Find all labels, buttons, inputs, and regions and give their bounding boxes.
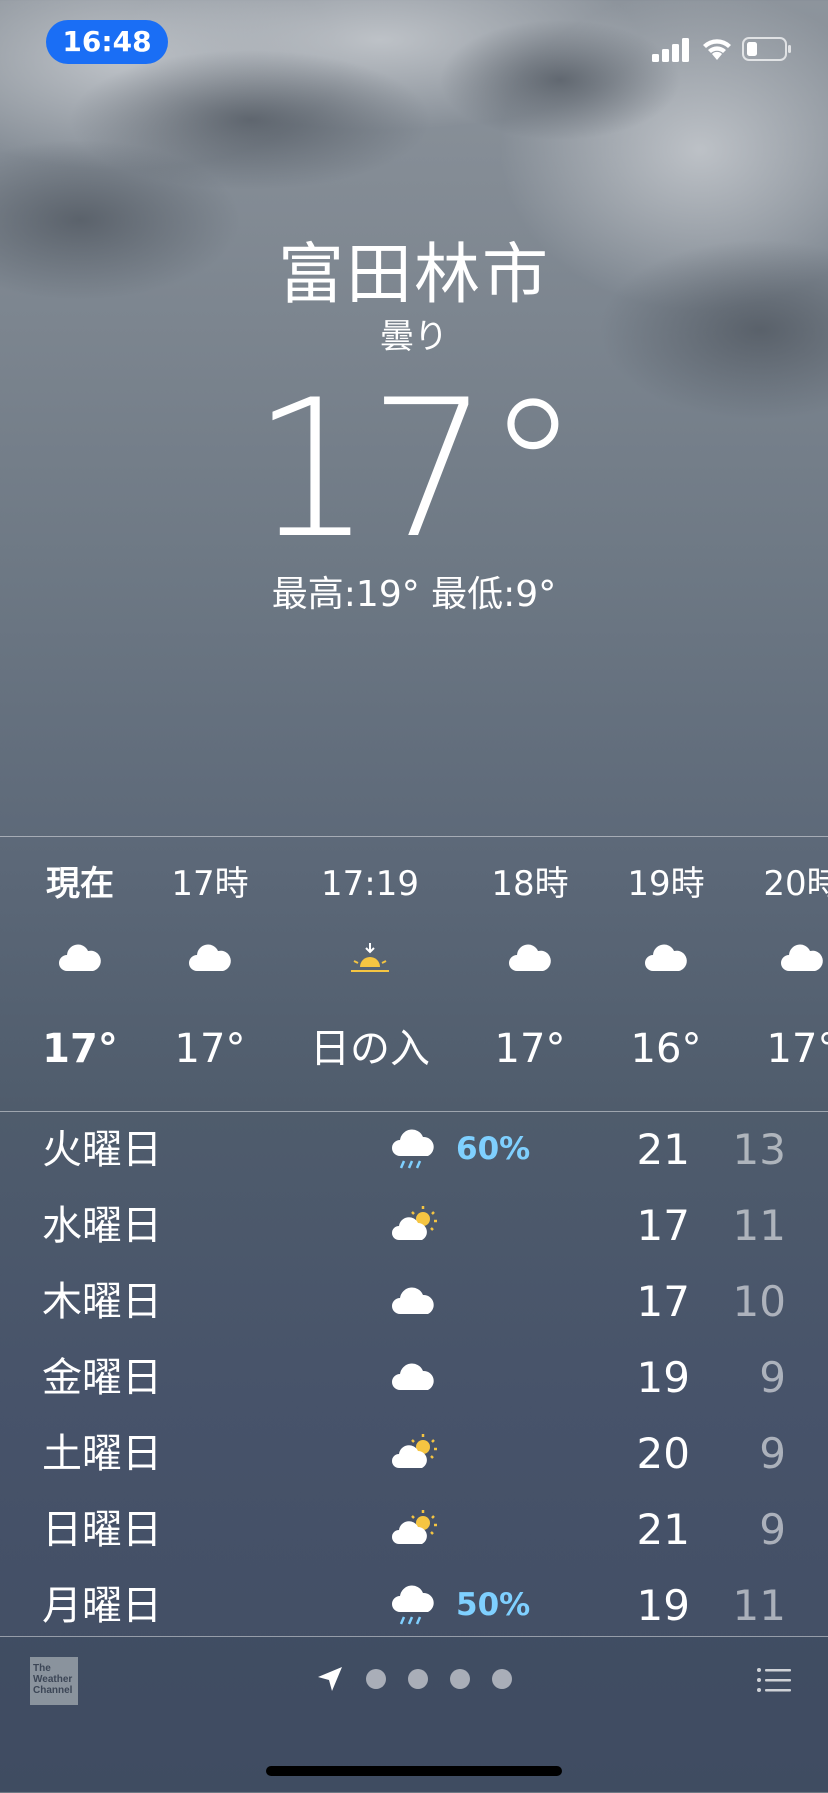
hour-item: 17時 17° — [140, 837, 280, 1111]
hour-item: 20時 17° — [732, 837, 828, 1111]
day-name: 日曜日 — [42, 1507, 162, 1553]
hour-item: 現在 17° — [10, 837, 150, 1111]
list-icon[interactable] — [756, 1667, 792, 1693]
hour-temp: 17° — [174, 1026, 246, 1072]
day-row: 日曜日 21 9 — [0, 1492, 828, 1568]
rain-cloud-icon — [392, 1129, 434, 1169]
cloud-icon — [59, 944, 101, 971]
day-low: 13 — [732, 1125, 786, 1174]
city-name: 富田林市 — [278, 236, 550, 313]
precip-chance: 60% — [456, 1131, 531, 1167]
status-bar: 16:48 — [0, 0, 828, 90]
partly-sunny-icon — [392, 1206, 437, 1240]
hour-temp: 17° — [494, 1026, 566, 1072]
day-name: 水曜日 — [42, 1203, 162, 1249]
day-row: 火曜日 60% 21 13 — [0, 1112, 828, 1188]
battery-icon — [742, 37, 791, 61]
day-high: 17 — [636, 1201, 690, 1250]
day-high: 21 — [636, 1505, 690, 1554]
cloud-icon — [509, 944, 551, 971]
current-weather: 富田林市 曇り 17° 最高:19° 最低:9° — [0, 230, 828, 620]
day-name: 木曜日 — [42, 1279, 162, 1325]
sunset-icon — [351, 943, 389, 972]
daily-forecast[interactable]: 火曜日 60% 21 13 水曜日 17 11 木曜日 17 10 金曜日 19… — [0, 1112, 828, 1634]
cellular-signal-icon — [652, 38, 689, 62]
day-name: 土曜日 — [42, 1431, 162, 1477]
cloud-icon — [392, 1287, 434, 1314]
day-low: 9 — [759, 1505, 786, 1554]
hour-label: 19時 — [627, 864, 705, 904]
cloud-icon — [645, 944, 687, 971]
home-indicator[interactable] — [266, 1766, 562, 1776]
day-row: 月曜日 50% 19 11 — [0, 1568, 828, 1634]
status-time[interactable]: 16:48 — [46, 20, 168, 64]
hour-temp: 日の入 — [310, 1026, 430, 1072]
hour-temp: 17° — [766, 1026, 828, 1072]
hour-item: 18時 17° — [460, 837, 600, 1111]
day-high: 19 — [636, 1581, 690, 1630]
page-dot[interactable] — [408, 1669, 428, 1689]
hour-label: 18時 — [491, 864, 569, 904]
hour-label: 現在 — [46, 864, 114, 904]
day-high: 19 — [636, 1353, 690, 1402]
rain-cloud-icon — [392, 1585, 434, 1625]
day-row: 木曜日 17 10 — [0, 1264, 828, 1340]
cloud-icon — [781, 944, 823, 971]
hour-temp: 16° — [630, 1026, 702, 1072]
current-temperature: 17° — [251, 359, 581, 580]
hour-label: 17:19 — [321, 864, 419, 904]
hour-label: 20時 — [763, 864, 828, 904]
day-row: 土曜日 20 9 — [0, 1416, 828, 1492]
weather-channel-logo[interactable]: The Weather Channel — [30, 1657, 78, 1705]
precip-chance: 50% — [456, 1587, 531, 1623]
high-low-text: 最高:19° 最低:9° — [271, 574, 557, 615]
wifi-icon — [703, 39, 731, 60]
partly-sunny-icon — [392, 1510, 437, 1544]
day-low: 9 — [759, 1429, 786, 1478]
day-name: 金曜日 — [42, 1355, 162, 1401]
condition-text: 曇り — [380, 317, 448, 357]
hour-label: 17時 — [171, 864, 249, 904]
cloud-icon — [189, 944, 231, 971]
page-dot[interactable] — [366, 1669, 386, 1689]
day-row: 水曜日 17 11 — [0, 1188, 828, 1264]
day-low: 9 — [759, 1353, 786, 1402]
day-name: 火曜日 — [42, 1127, 162, 1173]
cloud-icon — [392, 1363, 434, 1390]
day-high: 21 — [636, 1125, 690, 1174]
day-low: 11 — [732, 1581, 786, 1630]
hour-item: 17:19 日の入 — [300, 837, 440, 1111]
day-low: 10 — [732, 1277, 786, 1326]
hour-item: 19時 16° — [596, 837, 736, 1111]
day-high: 20 — [636, 1429, 690, 1478]
day-row: 金曜日 19 9 — [0, 1340, 828, 1416]
day-name: 月曜日 — [42, 1583, 162, 1629]
location-arrow-icon[interactable] — [316, 1665, 344, 1693]
page-dot[interactable] — [450, 1669, 470, 1689]
hourly-forecast[interactable]: 現在 17° 17時 17° 17:19 日の入 18時 17° 19時 16°… — [0, 836, 828, 1112]
partly-sunny-icon — [392, 1434, 437, 1468]
page-dot[interactable] — [492, 1669, 512, 1689]
day-high: 17 — [636, 1277, 690, 1326]
day-low: 11 — [732, 1201, 786, 1250]
hour-temp: 17° — [42, 1026, 118, 1072]
